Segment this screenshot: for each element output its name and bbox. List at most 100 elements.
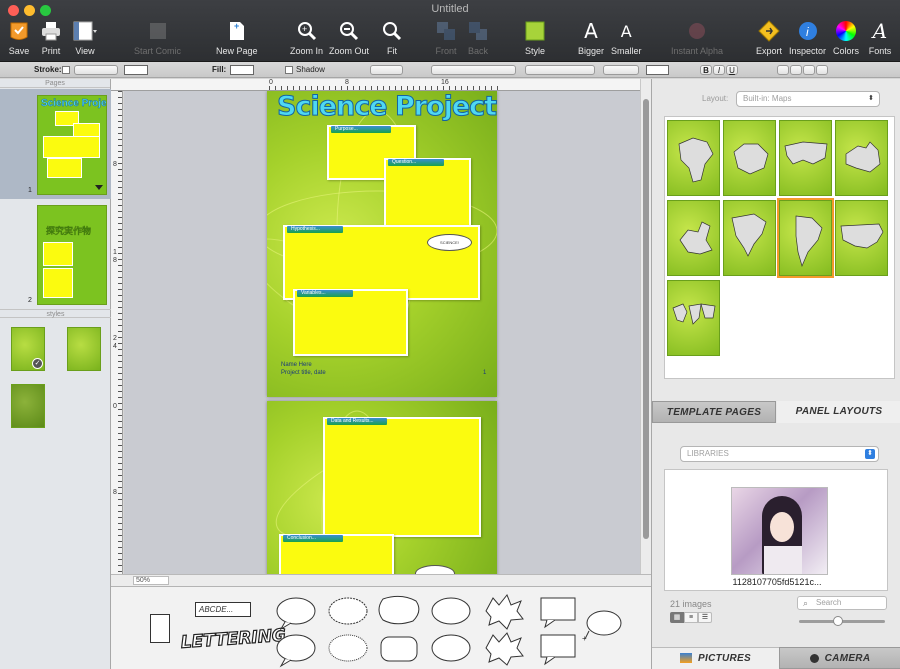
- save-button[interactable]: Save: [6, 18, 32, 56]
- scroll-thumb[interactable]: [643, 99, 649, 539]
- comic-page-1[interactable]: Science Project Purpose... Question... H…: [267, 91, 497, 397]
- bold-button[interactable]: B: [700, 65, 712, 75]
- comic-panel-conclusion[interactable]: Conclusion...: [279, 534, 394, 574]
- font-family-popup[interactable]: [431, 65, 516, 75]
- svg-text:i: i: [806, 25, 809, 39]
- align-justify-button[interactable]: [816, 65, 828, 75]
- page-thumbnail-2[interactable]: 探究実作物: [37, 205, 107, 305]
- align-right-button[interactable]: [803, 65, 815, 75]
- colors-button[interactable]: Colors: [833, 18, 859, 56]
- stroke-color-well[interactable]: [124, 65, 148, 75]
- caption-project[interactable]: Project title, date: [281, 370, 326, 376]
- svg-text:+: +: [302, 24, 307, 34]
- back-button[interactable]: Back: [465, 18, 491, 56]
- comic-panel-question[interactable]: Question...: [384, 158, 471, 228]
- fit-icon: [379, 18, 405, 44]
- page-title[interactable]: Science Project: [276, 91, 497, 123]
- panel-label[interactable]: Variables...: [297, 290, 353, 297]
- fonts-button[interactable]: A Fonts: [867, 18, 893, 56]
- fill-color-well[interactable]: [230, 65, 254, 75]
- stroke-checkbox[interactable]: [62, 66, 70, 74]
- image-filename: 1128107705fd5121c...: [732, 577, 822, 587]
- smaller-text-icon: A: [620, 21, 632, 41]
- layout-label: Layout:: [702, 94, 729, 103]
- style-icon: [522, 18, 548, 44]
- style-thumbnail-2[interactable]: [67, 327, 101, 371]
- start-comic-button[interactable]: Start Comic: [134, 18, 181, 56]
- map-thumbnail-asia[interactable]: [779, 120, 832, 196]
- search-input[interactable]: Search ⌕: [797, 596, 887, 610]
- fill-label: Fill:: [212, 65, 227, 74]
- shadow-checkbox[interactable]: [285, 66, 293, 74]
- map-thumbnail-north-america[interactable]: [723, 200, 776, 276]
- map-thumbnail-antarctica[interactable]: [723, 120, 776, 196]
- comic-page-2[interactable]: Data and Results... Conclusion...: [267, 401, 497, 574]
- panel-label[interactable]: Conclusion...: [283, 535, 343, 542]
- align-center-button[interactable]: [790, 65, 802, 75]
- align-left-button[interactable]: [777, 65, 789, 75]
- italic-button[interactable]: I: [713, 65, 725, 75]
- speech-bubble[interactable]: SCIENCE!: [427, 234, 472, 251]
- page-canvas[interactable]: Science Project Purpose... Question... H…: [124, 91, 640, 574]
- front-button[interactable]: Front: [433, 18, 459, 56]
- font-size-popup[interactable]: [603, 65, 639, 75]
- map-thumbnail-usa[interactable]: [835, 200, 888, 276]
- canvas-vertical-scrollbar[interactable]: [640, 79, 651, 574]
- panel-label[interactable]: Question...: [388, 159, 444, 166]
- page-menu-arrow-icon[interactable]: [95, 185, 103, 190]
- svg-text:+: +: [234, 21, 239, 31]
- stroke-style-popup[interactable]: [74, 65, 118, 75]
- page-thumbnail-1[interactable]: Science Project: [37, 95, 107, 195]
- panel-shape[interactable]: [150, 614, 170, 643]
- zoom-popup[interactable]: 50%: [133, 576, 169, 585]
- panel-label[interactable]: Purpose...: [331, 126, 391, 133]
- instant-alpha-button[interactable]: Instant Alpha: [671, 18, 723, 56]
- inspector-button[interactable]: i Inspector: [789, 18, 826, 56]
- print-button[interactable]: Print: [38, 18, 64, 56]
- camera-icon: [809, 653, 819, 663]
- layout-popup[interactable]: Built-in: Maps ⬍: [736, 91, 880, 107]
- map-thumbnail-world[interactable]: [667, 280, 720, 356]
- tab-camera[interactable]: CAMERA: [779, 647, 900, 669]
- zoom-in-button[interactable]: + Zoom In: [290, 18, 323, 56]
- thumbnail-size-slider[interactable]: [799, 616, 885, 626]
- caption-shape[interactable]: ABCDE...: [195, 602, 251, 617]
- panel-label[interactable]: Data and Results...: [327, 418, 387, 425]
- style-thumbnail-1[interactable]: ✓: [11, 327, 45, 371]
- fit-button[interactable]: Fit: [379, 18, 405, 56]
- view-button[interactable]: View: [72, 18, 98, 56]
- chevron-updown-icon: ⬍: [865, 449, 875, 459]
- tab-panel-layouts[interactable]: PANEL LAYOUTS: [777, 401, 900, 423]
- grid-view-icon[interactable]: ▦: [670, 612, 684, 623]
- new-page-button[interactable]: + New Page: [216, 18, 258, 56]
- export-button[interactable]: Export: [756, 18, 782, 56]
- smaller-button[interactable]: A Smaller: [611, 18, 642, 57]
- tab-pictures[interactable]: PICTURES: [652, 647, 779, 669]
- style-button[interactable]: Style: [522, 18, 548, 56]
- shadow-popup[interactable]: [370, 65, 403, 75]
- map-thumbnail-europe[interactable]: [667, 200, 720, 276]
- export-icon: [756, 18, 782, 44]
- caption-name[interactable]: Name Here: [281, 362, 312, 368]
- tab-template-pages[interactable]: TEMPLATE PAGES: [652, 401, 776, 423]
- font-style-popup[interactable]: [525, 65, 595, 75]
- text-color-well[interactable]: [646, 65, 669, 75]
- comic-panel-variables[interactable]: Variables...: [293, 289, 408, 356]
- panel-label[interactable]: Hypothesis...: [287, 226, 343, 233]
- list-view-icon[interactable]: ≡: [684, 612, 698, 623]
- color-wheel-icon: [833, 18, 859, 44]
- lettering-shape[interactable]: LETTERING: [180, 625, 288, 659]
- map-thumbnail-australia[interactable]: [835, 120, 888, 196]
- map-thumbnail-south-america[interactable]: [777, 198, 834, 278]
- image-library: 1128107705fd5121c...: [664, 469, 888, 591]
- library-image-thumbnail[interactable]: [731, 487, 828, 575]
- detail-view-icon[interactable]: ☰: [698, 612, 712, 623]
- comic-panel-data-results[interactable]: Data and Results...: [323, 417, 481, 537]
- bigger-button[interactable]: A Bigger: [578, 18, 604, 56]
- map-thumbnail-africa[interactable]: [667, 120, 720, 196]
- style-thumbnail-3[interactable]: [11, 384, 45, 428]
- zoom-out-button[interactable]: Zoom Out: [329, 18, 369, 56]
- underline-button[interactable]: U: [726, 65, 738, 75]
- libraries-popup[interactable]: LIBRARIES ⬍: [680, 446, 879, 462]
- slider-knob[interactable]: [832, 616, 843, 626]
